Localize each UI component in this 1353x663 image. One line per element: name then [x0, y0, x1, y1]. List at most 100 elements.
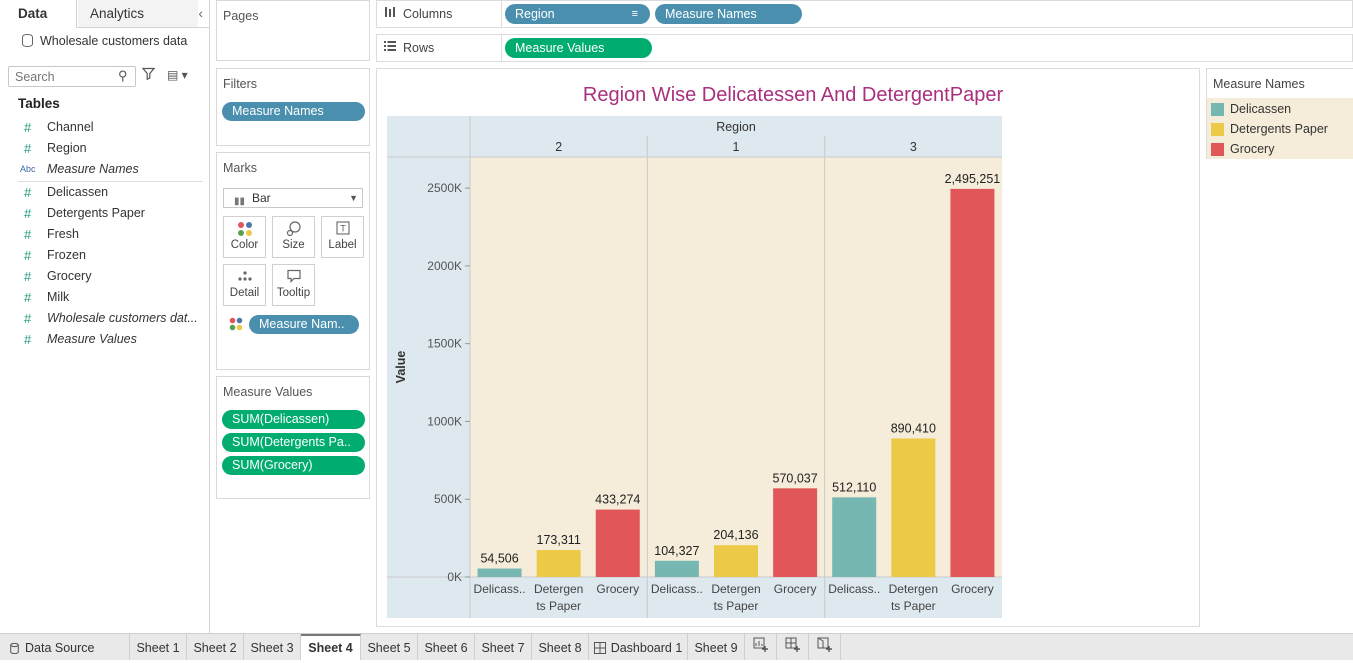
- field-channel[interactable]: # Channel: [0, 118, 205, 139]
- measure-pill-detergents-paper[interactable]: SUM(Detergents Pa..: [222, 433, 365, 452]
- field-name: Frozen: [47, 248, 86, 262]
- bar-delicassen-region-3: [832, 497, 877, 577]
- mark-type-select[interactable]: ▮▮ Bar ▼: [223, 188, 363, 208]
- legend-label: Detergents Paper: [1230, 122, 1328, 136]
- label-button[interactable]: T Label: [321, 216, 364, 258]
- filters-card[interactable]: Filters Measure Names: [216, 68, 370, 146]
- tab-sheet-9[interactable]: Sheet 9: [688, 634, 745, 660]
- tab-sheet-6[interactable]: Sheet 6: [418, 634, 475, 660]
- field-wholesale-customers-dat[interactable]: # Wholesale customers dat...: [0, 309, 205, 330]
- field-name: Fresh: [47, 227, 79, 241]
- field-grocery[interactable]: # Grocery: [0, 267, 205, 288]
- tab-label: Data Source: [25, 641, 95, 655]
- tab-sheet-7[interactable]: Sheet 7: [475, 634, 532, 660]
- number-field-icon: #: [24, 332, 32, 347]
- x-measure-label: Delicass..: [474, 582, 526, 596]
- tab-label: Sheet 6: [424, 641, 468, 655]
- field-frozen[interactable]: # Frozen: [0, 246, 205, 267]
- bar-detergents-paper-region-3: [891, 438, 936, 577]
- data-label: 204,136: [713, 528, 758, 542]
- datasource-item[interactable]: Wholesale customers data: [22, 34, 187, 48]
- new-worksheet-button[interactable]: [745, 634, 777, 660]
- field-delicassen[interactable]: # Delicassen: [0, 183, 205, 204]
- marks-pill-measure-names[interactable]: Measure Nam..: [249, 315, 359, 334]
- tables-heading: Tables: [18, 96, 60, 111]
- pages-card[interactable]: Pages: [216, 0, 370, 61]
- mark-type-value: Bar: [252, 191, 271, 205]
- filter-pill-measure-names[interactable]: Measure Names: [222, 102, 365, 121]
- tab-sheet-5[interactable]: Sheet 5: [361, 634, 418, 660]
- viz-title[interactable]: Region Wise Delicatessen And DetergentPa…: [377, 84, 1199, 107]
- bar-delicassen-region-1: [654, 560, 699, 577]
- tab-sheet-2[interactable]: Sheet 2: [187, 634, 244, 660]
- number-field-icon: #: [24, 248, 32, 263]
- color-icon: [224, 217, 265, 239]
- rows-pill-measure-values[interactable]: Measure Values: [505, 38, 652, 58]
- tab-sheet-1[interactable]: Sheet 1: [130, 634, 187, 660]
- tooltip-button[interactable]: Tooltip: [272, 264, 315, 306]
- tab-data[interactable]: Data: [0, 0, 77, 28]
- field-measure-names[interactable]: Abc Measure Names: [0, 160, 205, 181]
- columns-shelf-label: Columns: [377, 1, 502, 27]
- database-icon: [22, 34, 33, 47]
- field-fresh[interactable]: # Fresh: [0, 225, 205, 246]
- x-measure-label: Detergen: [889, 582, 938, 596]
- data-label: 570,037: [773, 471, 818, 485]
- bar-grocery-region-3: [950, 188, 995, 577]
- tab-label: Sheet 9: [694, 641, 738, 655]
- filter-icon[interactable]: [141, 67, 156, 83]
- viz-area: Region Wise Delicatessen And DetergentPa…: [376, 68, 1200, 627]
- tab-analytics[interactable]: Analytics: [78, 0, 198, 27]
- field-detergents-paper[interactable]: # Detergents Paper: [0, 204, 205, 225]
- svg-text:T: T: [339, 225, 346, 235]
- new-story-button[interactable]: [809, 634, 841, 660]
- field-name: Detergents Paper: [47, 206, 145, 220]
- color-legend-icon: [229, 317, 243, 334]
- x-measure-label: Grocery: [774, 582, 817, 596]
- label-button-label: Label: [328, 239, 357, 251]
- sort-icon[interactable]: ≡: [632, 4, 638, 24]
- filters-card-title: Filters: [223, 77, 258, 91]
- search-input[interactable]: [8, 66, 136, 87]
- bar-grocery-region-2: [595, 509, 640, 577]
- chevron-left-icon[interactable]: ‹: [198, 0, 203, 27]
- measure-pill-grocery[interactable]: SUM(Grocery): [222, 456, 365, 475]
- bar-delicassen-region-2: [477, 568, 522, 577]
- field-name: Milk: [47, 290, 70, 304]
- size-button-label: Size: [282, 239, 305, 251]
- legend-label: Delicassen: [1230, 102, 1292, 116]
- detail-button-label: Detail: [229, 287, 260, 299]
- tab-sheet-8[interactable]: Sheet 8: [532, 634, 589, 660]
- field-name: Wholesale customers dat...: [47, 311, 198, 325]
- database-icon: [10, 635, 25, 663]
- measure-pill-delicassen[interactable]: SUM(Delicassen): [222, 410, 365, 429]
- new-dashboard-button[interactable]: [777, 634, 809, 660]
- tab-data-source[interactable]: Data Source: [0, 634, 130, 660]
- legend-title: Measure Names: [1213, 77, 1305, 91]
- tab-dashboard-1[interactable]: Dashboard 1: [589, 634, 688, 660]
- columns-pill-measure-names[interactable]: Measure Names: [655, 4, 802, 24]
- x-measure-label: ts Paper: [536, 599, 581, 613]
- data-label: 890,410: [891, 421, 936, 435]
- tab-label: Sheet 2: [193, 641, 237, 655]
- rows-shelf[interactable]: Rows Measure Values: [376, 34, 1353, 62]
- tab-sheet-3[interactable]: Sheet 3: [244, 634, 301, 660]
- x-measure-label: ts Paper: [891, 599, 936, 613]
- columns-shelf[interactable]: Columns Region ≡ Measure Names: [376, 0, 1353, 28]
- field-measure-values[interactable]: # Measure Values: [0, 330, 205, 351]
- columns-pill-region[interactable]: Region ≡: [505, 4, 650, 24]
- detail-button[interactable]: Detail: [223, 264, 266, 306]
- y-tick-label: 0K: [447, 570, 462, 584]
- size-button[interactable]: Size: [272, 216, 315, 258]
- y-tick-label: 2500K: [427, 181, 462, 195]
- x-measure-label: Grocery: [596, 582, 639, 596]
- data-label: 173,311: [537, 533, 581, 547]
- field-milk[interactable]: # Milk: [0, 288, 205, 309]
- new-story-icon: [817, 634, 833, 662]
- view-options-icon[interactable]: ▤ ▾: [167, 68, 188, 82]
- x-measure-label: Delicass..: [828, 582, 880, 596]
- color-button[interactable]: Color: [223, 216, 266, 258]
- tab-sheet-4[interactable]: Sheet 4: [301, 634, 361, 660]
- columns-pill-region-label: Region: [515, 7, 555, 21]
- field-region[interactable]: # Region: [0, 139, 205, 160]
